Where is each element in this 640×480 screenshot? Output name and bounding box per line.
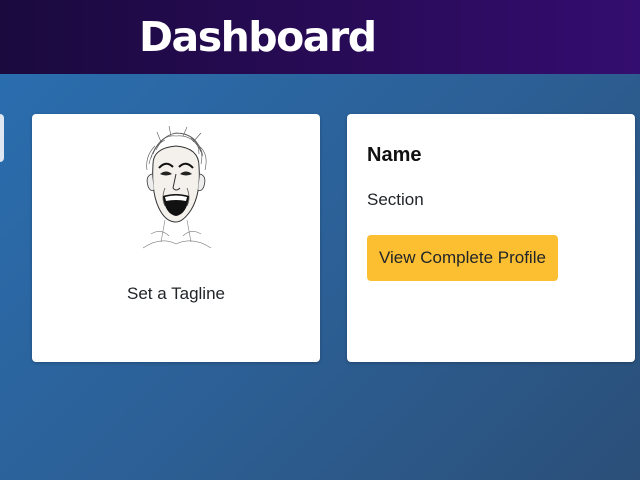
- profile-name: Name: [367, 144, 422, 166]
- top-header: Dashboard: [0, 0, 640, 74]
- view-profile-button[interactable]: View Complete Profile: [367, 235, 558, 281]
- sidebar-toggle-tab[interactable]: [0, 114, 4, 162]
- page-title: Dashboard: [139, 13, 377, 61]
- profile-section: Section: [367, 190, 424, 209]
- profile-portrait: [142, 125, 212, 249]
- tagline-text: Set a Tagline: [127, 284, 225, 303]
- info-card: Name Section View Complete Profile: [347, 114, 635, 362]
- profile-card: Set a Tagline: [32, 114, 320, 362]
